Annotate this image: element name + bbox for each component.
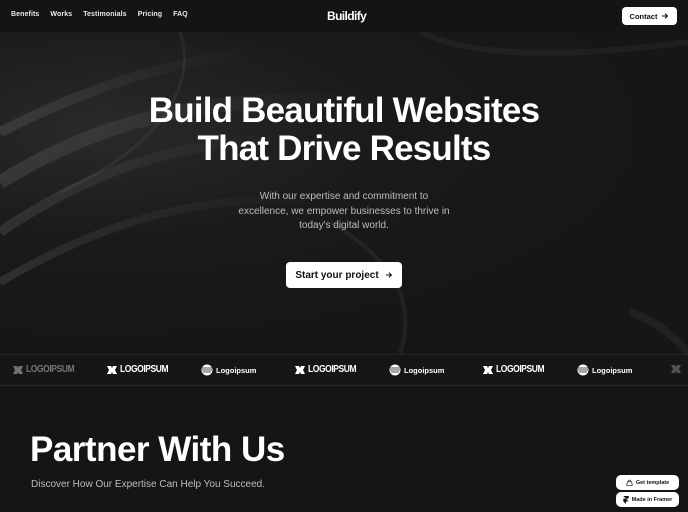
contact-button[interactable]: Contact xyxy=(622,7,677,25)
arrow-right-icon xyxy=(662,13,669,19)
client-logo: Logoipsum xyxy=(201,364,256,376)
nav-link-benefits[interactable]: Benefits xyxy=(11,11,39,18)
logoipsum-mark-icon xyxy=(107,365,117,374)
hero-section: Build Beautiful Websites That Drive Resu… xyxy=(0,32,688,354)
nav-link-faq[interactable]: FAQ xyxy=(173,11,188,18)
get-template-label: Get template xyxy=(635,479,670,486)
nav-links: Benefits Works Testimonials Pricing FAQ xyxy=(11,11,188,18)
start-project-label: Start your project xyxy=(295,269,379,281)
logoipsum-mark-icon xyxy=(295,365,305,374)
hero-title: Build Beautiful Websites That Drive Resu… xyxy=(0,92,688,168)
contact-button-label: Contact xyxy=(629,11,658,21)
hero-subtitle-line: today's digital world. xyxy=(299,220,389,231)
client-logo: LOGOIPSUM xyxy=(483,364,553,375)
partner-section: Partner With Us Discover How Our Experti… xyxy=(0,386,688,512)
bag-icon xyxy=(626,479,633,486)
logoipsum-mark-icon xyxy=(671,365,681,373)
made-in-framer-label: Made in Framer xyxy=(631,496,673,503)
nav-link-works[interactable]: Works xyxy=(50,11,72,18)
top-nav: Benefits Works Testimonials Pricing FAQ … xyxy=(0,0,688,32)
partner-subtitle: Discover How Our Expertise Can Help You … xyxy=(31,479,266,490)
client-logo: LOGOIPSUM xyxy=(295,364,365,375)
client-logo: LOGOIPSUM xyxy=(107,364,177,375)
client-logo xyxy=(671,364,681,374)
nav-link-pricing[interactable]: Pricing xyxy=(138,11,162,18)
globe-logo-icon xyxy=(201,364,213,376)
logoipsum-mark-icon xyxy=(483,365,493,374)
arrow-right-icon xyxy=(385,272,392,278)
brand-logo[interactable]: Buildify xyxy=(327,9,367,23)
globe-logo-icon xyxy=(577,364,589,376)
hero-title-line-2: That Drive Results xyxy=(197,129,492,168)
made-in-framer-badge[interactable]: Made in Framer xyxy=(616,492,679,507)
start-project-button[interactable]: Start your project xyxy=(286,262,402,288)
globe-logo-icon xyxy=(389,364,401,376)
client-logos-strip: LOGOIPSUM LOGOIPSUM Logoipsum LOGOIPSUM … xyxy=(0,354,688,386)
client-logo: LOGOIPSUM xyxy=(13,364,83,375)
hero-title-line-1: Build Beautiful Websites xyxy=(148,91,540,130)
logoipsum-mark-icon xyxy=(13,365,23,374)
nav-link-testimonials[interactable]: Testimonials xyxy=(83,11,126,18)
framer-logo-icon xyxy=(623,495,629,504)
hero-subtitle-line: excellence, we empower businesses to thr… xyxy=(238,205,450,217)
hero-subtitle: With our expertise and commitment to exc… xyxy=(0,190,688,234)
get-template-button[interactable]: Get template xyxy=(616,475,679,490)
hero-subtitle-line: With our expertise and commitment to xyxy=(259,191,429,202)
client-logo: Logoipsum xyxy=(389,364,444,376)
partner-title: Partner With Us xyxy=(30,430,285,469)
client-logo: Logoipsum xyxy=(577,364,632,376)
